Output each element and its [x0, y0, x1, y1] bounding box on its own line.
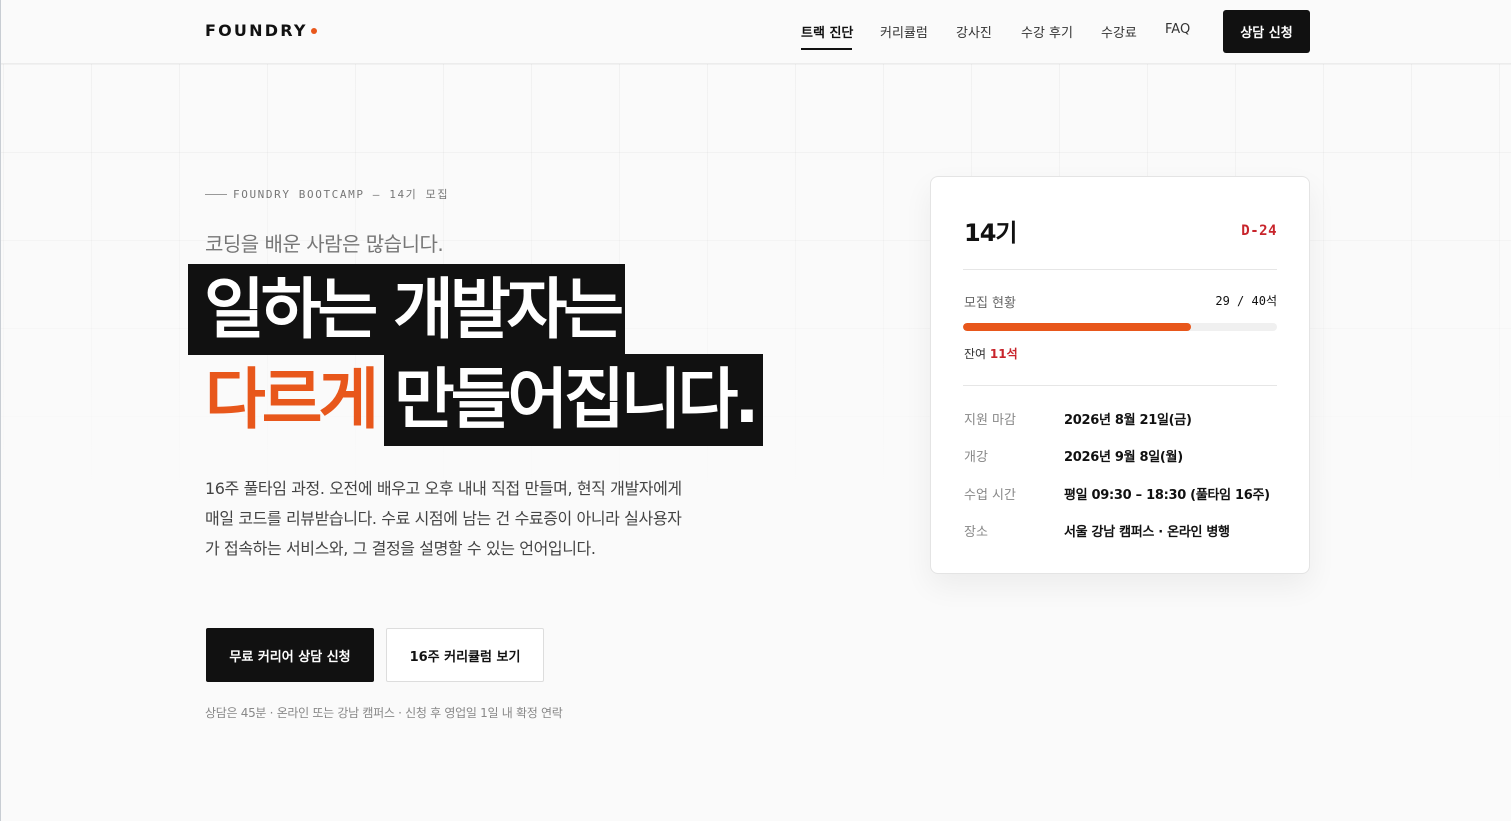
info-value: 평일 09:30 – 18:30 (풀타임 16주) [1064, 488, 1270, 503]
recruit-count: 29 / 40석 [1215, 294, 1277, 308]
hero-lead: 코딩을 배운 사람은 많습니다. [205, 232, 444, 256]
nav-item-faq[interactable]: FAQ [1165, 22, 1190, 37]
eyebrow-text: FOUNDRY BOOTCAMP — 14기 모집 [233, 188, 450, 201]
hero-eyebrow: FOUNDRY BOOTCAMP — 14기 모집 [205, 186, 449, 202]
info-key: 장소 [964, 525, 988, 540]
nav-item-track-diagnosis[interactable]: 트랙 진단 [801, 22, 853, 41]
top-header: FOUNDRY 트랙 진단 커리큘럼 강사진 수강 후기 수강료 FAQ 상담 … [1, 0, 1511, 64]
remaining-label: 잔여 [964, 347, 987, 361]
recruit-progress-fill [963, 323, 1191, 331]
logo-wordmark[interactable]: FOUNDRY [205, 21, 308, 40]
nav-active-underline [801, 48, 852, 50]
eyebrow-rule [205, 193, 227, 195]
headline-accent-word: 다르게 [205, 361, 379, 438]
remaining-value: 11석 [989, 347, 1018, 361]
card-divider [963, 269, 1277, 270]
nav-item-curriculum[interactable]: 커리큘럼 [880, 22, 928, 41]
cohort-title: 14기 [964, 219, 1017, 247]
dday-badge: D-24 [1241, 223, 1277, 239]
remaining-seats: 잔여 11석 [964, 345, 1018, 362]
nav-item-tuition[interactable]: 수강료 [1101, 22, 1137, 41]
info-value: 2026년 9월 8일(월) [1064, 450, 1183, 465]
info-key: 지원 마감 [964, 413, 1016, 428]
logo-dot-icon [311, 28, 317, 34]
recruit-progress-bar [963, 323, 1277, 331]
consult-apply-button[interactable]: 상담 신청 [1223, 10, 1310, 53]
free-career-consult-button[interactable]: 무료 커리어 상담 신청 [206, 628, 374, 682]
view-curriculum-button[interactable]: 16주 커리큘럼 보기 [386, 628, 544, 682]
card-divider [963, 385, 1277, 386]
nav-item-instructors[interactable]: 강사진 [956, 22, 992, 41]
info-value: 서울 강남 캠퍼스 · 온라인 병행 [1064, 525, 1230, 540]
consult-note: 상담은 45분 · 온라인 또는 강남 캠퍼스 · 신청 후 영업일 1일 내 … [205, 706, 563, 720]
cohort-info-card: 14기 D-24 모집 현황 29 / 40석 잔여 11석 지원 마감 202… [930, 176, 1310, 574]
info-key: 수업 시간 [964, 488, 1016, 503]
hero-description: 16주 풀타임 과정. 오전에 배우고 오후 내내 직접 만들며, 현직 개발자… [205, 479, 682, 558]
recruit-label: 모집 현황 [964, 296, 1016, 311]
nav-item-reviews[interactable]: 수강 후기 [1021, 22, 1073, 41]
info-value: 2026년 8월 21일(금) [1064, 413, 1192, 428]
headline-line-2: 만들어집니다. [384, 354, 763, 446]
headline-line-1: 일하는 개발자는 [188, 264, 625, 355]
landing-page: FOUNDRY 트랙 진단 커리큘럼 강사진 수강 후기 수강료 FAQ 상담 … [0, 0, 1511, 821]
info-key: 개강 [964, 450, 988, 465]
